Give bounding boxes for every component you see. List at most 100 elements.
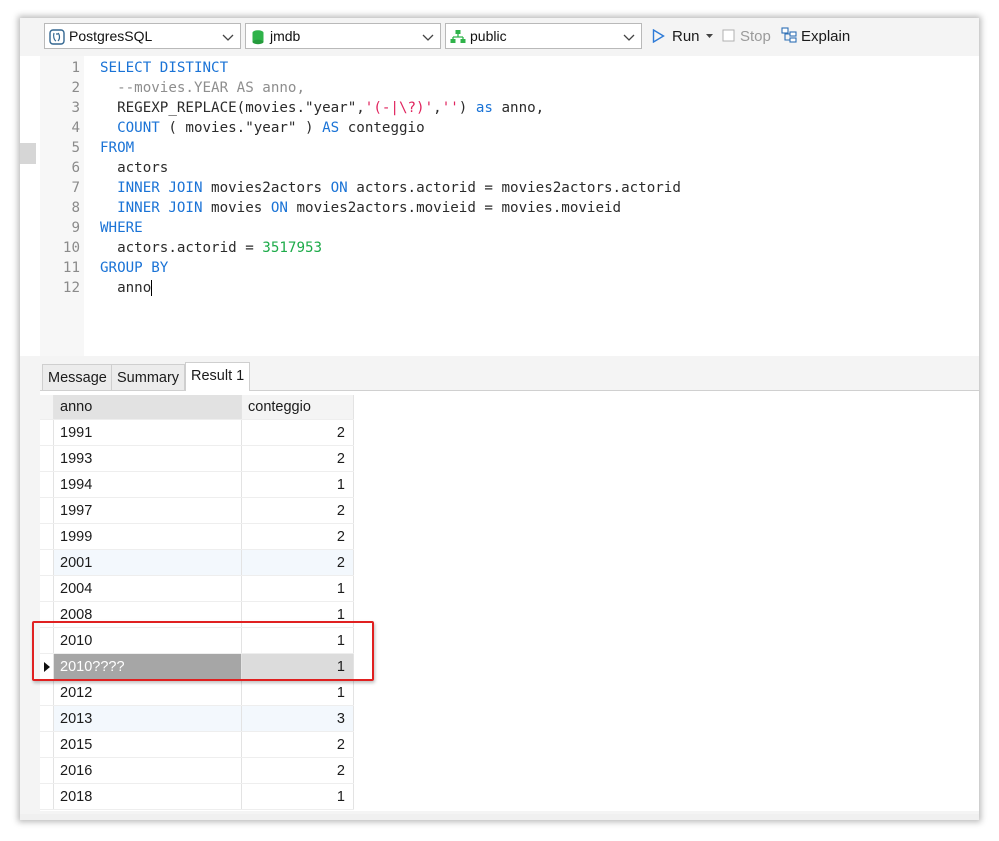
row-indicator[interactable] [40,575,54,602]
database-select[interactable]: jmdb [245,23,441,49]
cell-anno[interactable]: 2018 [53,783,242,810]
code-keyword: WHERE [100,220,143,236]
cell-anno[interactable]: 2015 [53,731,242,758]
table-row[interactable]: 2012 1 [40,679,354,706]
cell-conteggio[interactable]: 3 [241,705,354,732]
table-row[interactable]: 1993 2 [40,445,354,472]
stop-icon [722,29,735,42]
explain-button[interactable]: Explain [781,26,855,48]
sql-editor[interactable]: 1 SELECT DISTINCT 2 --movies.YEAR AS anno… [20,56,979,356]
cell-conteggio[interactable]: 2 [241,497,354,524]
row-indicator[interactable] [40,549,54,576]
code-line: 8 INNER JOIN movies ON movies2actors.mov… [40,198,621,218]
line-number: 3 [71,100,80,116]
cell-conteggio[interactable]: 2 [241,757,354,784]
postgres-icon [49,29,65,45]
cell-conteggio[interactable]: 2 [241,445,354,472]
code-token: REGEXP_REPLACE(movies."year", [100,100,365,116]
tab-message[interactable]: Message [42,364,113,390]
cell-anno[interactable]: 1997 [53,497,242,524]
stop-label: Stop [740,28,771,45]
column-header-conteggio[interactable]: conteggio [241,395,354,420]
chevron-down-icon [623,34,635,41]
code-line: 9 WHERE [40,218,142,238]
chevron-down-icon [422,34,434,41]
tab-summary[interactable]: Summary [111,364,186,390]
result-tabs: Message Summary Result 1 [40,362,979,391]
table-row[interactable]: 2016 2 [40,757,354,784]
cell-conteggio[interactable]: 2 [241,523,354,550]
table-row[interactable]: 1994 1 [40,471,354,498]
cell-anno[interactable]: 2001 [53,549,242,576]
table-row[interactable]: 2001 2 [40,549,354,576]
code-keyword: ON [270,200,288,216]
code-token: anno, [492,100,545,116]
row-indicator[interactable] [40,679,54,706]
line-number: 9 [71,220,80,236]
editor-margin-marker [20,143,36,164]
line-number: 7 [71,180,80,196]
highlight-annotation [32,621,374,681]
row-indicator[interactable] [40,731,54,758]
cell-anno[interactable]: 2013 [53,705,242,732]
run-dropdown-icon[interactable] [706,34,713,39]
cell-anno[interactable]: 1994 [53,471,242,498]
run-button[interactable]: Run [652,26,714,48]
database-value: jmdb [270,28,301,44]
table-row[interactable]: 2013 3 [40,705,354,732]
row-indicator[interactable] [40,497,54,524]
code-line: 4 COUNT ( movies."year" ) AS conteggio [40,118,424,138]
connection-select[interactable]: PostgresSQL [44,23,241,49]
schema-select[interactable]: public [445,23,642,49]
status-bar [20,814,979,820]
cell-anno[interactable]: 2004 [53,575,242,602]
results-grid[interactable]: anno conteggio 1991 2 1993 2 1994 1 1997 2 1999 2… [40,395,354,810]
code-keyword: INNER JOIN [117,180,203,196]
table-row[interactable]: 2004 1 [40,575,354,602]
cell-conteggio[interactable]: 2 [241,731,354,758]
code-line: 12 anno [40,278,153,298]
row-indicator[interactable] [40,419,54,446]
cell-conteggio[interactable]: 1 [241,783,354,810]
tab-result-1[interactable]: Result 1 [185,362,251,391]
code-token: , [433,100,442,116]
row-indicator[interactable] [40,523,54,550]
cell-conteggio[interactable]: 1 [241,575,354,602]
explain-icon [781,27,797,43]
cell-conteggio[interactable]: 1 [241,679,354,706]
cell-conteggio[interactable]: 2 [241,419,354,446]
code-string: '' [441,100,459,116]
row-indicator[interactable] [40,445,54,472]
cell-anno[interactable]: 2016 [53,757,242,784]
code-token: movies2actors.movieid = movies.movieid [287,200,622,216]
cell-anno[interactable]: 1991 [53,419,242,446]
table-row[interactable]: 2015 2 [40,731,354,758]
code-line: 2 --movies.YEAR AS anno, [40,78,305,98]
code-token: anno [100,280,152,296]
code-token: ( movies."year" ) [159,120,323,136]
table-row[interactable]: 1991 2 [40,419,354,446]
row-indicator[interactable] [40,783,54,810]
column-header-anno[interactable]: anno [53,395,242,420]
cell-anno[interactable]: 1999 [53,523,242,550]
cell-conteggio[interactable]: 1 [241,471,354,498]
table-row[interactable]: 1999 2 [40,523,354,550]
cell-anno[interactable]: 2012 [53,679,242,706]
row-indicator[interactable] [40,705,54,732]
table-row[interactable]: 2018 1 [40,783,354,810]
cell-anno[interactable]: 1993 [53,445,242,472]
code-token: actors.actorid = [100,240,263,256]
table-row[interactable]: 1997 2 [40,497,354,524]
stop-button[interactable]: Stop [722,26,774,48]
cell-conteggio[interactable]: 2 [241,549,354,576]
code-line: 6 actors [40,158,168,178]
text-caret [151,280,153,296]
code-area[interactable]: 1 SELECT DISTINCT 2 --movies.YEAR AS anno… [40,58,681,298]
code-token: actors.actorid = movies2actors.actorid [347,180,681,196]
row-indicator[interactable] [40,471,54,498]
row-indicator[interactable] [40,757,54,784]
row-indicator-header [40,395,54,420]
